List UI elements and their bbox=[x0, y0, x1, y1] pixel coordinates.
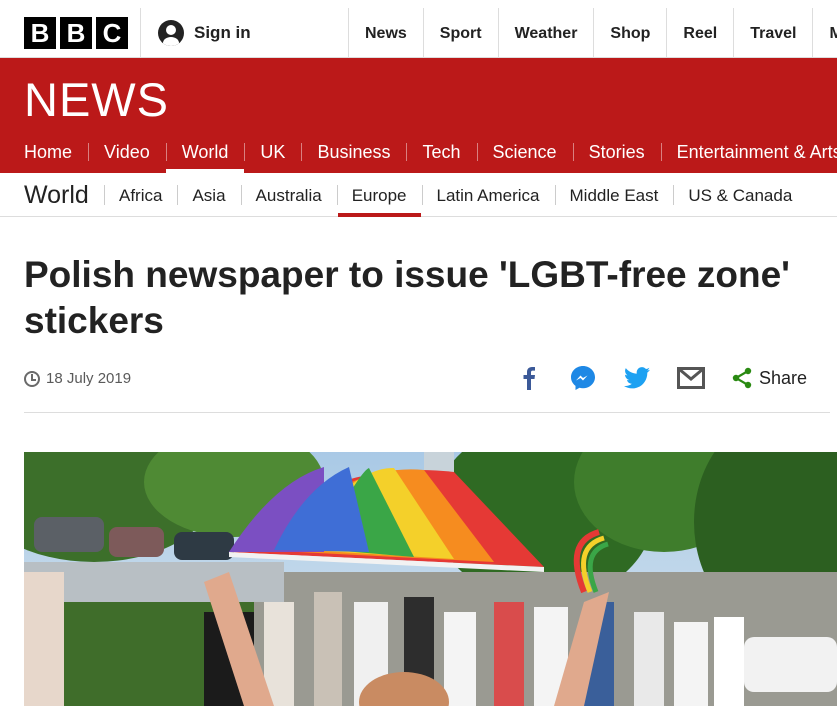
section-nav-asia[interactable]: Asia bbox=[177, 173, 240, 217]
article-photo bbox=[24, 452, 837, 706]
top-nav-shop[interactable]: Shop bbox=[593, 8, 666, 58]
top-bar: B B C Sign in News Sport Weather Shop Re… bbox=[0, 0, 837, 58]
sign-in-link[interactable]: Sign in bbox=[158, 20, 251, 46]
logo-letter: B bbox=[60, 17, 92, 49]
top-nav-news[interactable]: News bbox=[348, 8, 423, 58]
main-nav-science[interactable]: Science bbox=[476, 130, 573, 173]
top-nav-reel[interactable]: Reel bbox=[666, 8, 733, 58]
section-nav-australia[interactable]: Australia bbox=[240, 173, 337, 217]
section-nav-middle-east[interactable]: Middle East bbox=[554, 173, 674, 217]
main-nav: Home Video World UK Business Tech Scienc… bbox=[0, 130, 837, 173]
sign-in-label: Sign in bbox=[194, 23, 251, 42]
main-nav-tech[interactable]: Tech bbox=[406, 130, 476, 173]
email-icon[interactable] bbox=[677, 364, 705, 392]
share-icon bbox=[732, 367, 752, 389]
section-nav-africa[interactable]: Africa bbox=[104, 173, 177, 217]
main-nav-business[interactable]: Business bbox=[301, 130, 406, 173]
bbc-logo[interactable]: B B C bbox=[24, 17, 128, 49]
article-headline: Polish newspaper to issue 'LGBT-free zon… bbox=[24, 254, 790, 341]
main-nav-home[interactable]: Home bbox=[0, 130, 88, 173]
share-label: Share bbox=[759, 367, 808, 388]
main-nav-world[interactable]: World bbox=[165, 130, 245, 173]
user-icon bbox=[158, 20, 184, 46]
top-nav-weather[interactable]: Weather bbox=[497, 8, 594, 58]
section-title[interactable]: World bbox=[24, 181, 89, 210]
top-nav-travel[interactable]: Travel bbox=[733, 8, 812, 58]
news-wordmark[interactable]: NEWS bbox=[24, 72, 169, 127]
section-nav-us-canada[interactable]: US & Canada bbox=[673, 173, 807, 217]
article-date: 18 July 2019 bbox=[24, 370, 131, 387]
section-nav-latin-america[interactable]: Latin America bbox=[421, 173, 555, 217]
clock-icon bbox=[24, 370, 40, 387]
facebook-icon[interactable] bbox=[515, 364, 543, 392]
logo-letter: C bbox=[96, 17, 128, 49]
divider bbox=[24, 412, 830, 413]
pride-march-image bbox=[24, 452, 837, 706]
twitter-icon[interactable] bbox=[623, 364, 651, 392]
main-nav-uk[interactable]: UK bbox=[244, 130, 301, 173]
share-button[interactable]: Share bbox=[731, 367, 807, 389]
date-text: 18 July 2019 bbox=[46, 370, 132, 387]
top-nav-sport[interactable]: Sport bbox=[422, 8, 498, 58]
divider bbox=[140, 8, 141, 58]
main-nav-video[interactable]: Video bbox=[88, 130, 166, 173]
top-nav: News Sport Weather Shop Reel Travel Mo bbox=[348, 8, 837, 58]
main-nav-entertainment[interactable]: Entertainment & Arts bbox=[660, 130, 837, 173]
main-nav-stories[interactable]: Stories bbox=[572, 130, 661, 173]
section-nav-europe[interactable]: Europe bbox=[336, 173, 422, 217]
section-nav: World Africa Asia Australia Europe Latin… bbox=[0, 173, 837, 217]
messenger-icon[interactable] bbox=[569, 364, 597, 392]
logo-letter: B bbox=[24, 17, 56, 49]
share-tools: Share bbox=[515, 364, 807, 392]
top-nav-more[interactable]: Mo bbox=[812, 8, 837, 58]
